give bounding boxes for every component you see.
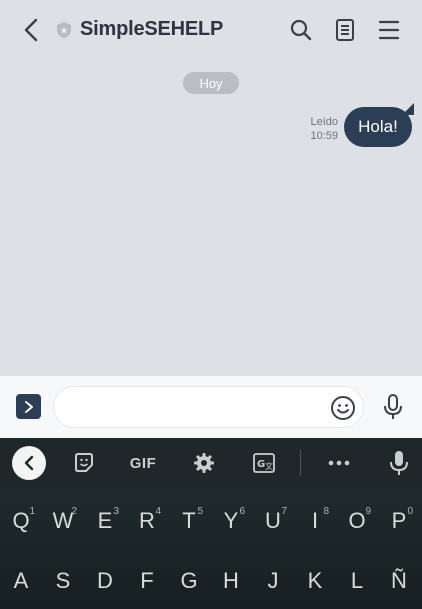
translate-icon: G 文 <box>253 453 275 473</box>
microphone-icon <box>390 451 408 475</box>
chat-title: SimpleSEHELP <box>80 18 224 40</box>
gear-icon <box>194 453 214 473</box>
key-label: F <box>140 568 154 593</box>
chevron-left-icon <box>24 18 38 42</box>
date-separator: Hoy <box>183 72 239 94</box>
key-j[interactable]: J <box>252 556 294 606</box>
key-h[interactable]: H <box>210 556 252 606</box>
key-q[interactable]: Q1 <box>0 496 42 546</box>
document-icon <box>336 19 354 41</box>
key-label: Y <box>223 508 239 533</box>
toolbar-collapse-button[interactable] <box>12 446 46 480</box>
key-s[interactable]: S <box>42 556 84 606</box>
key-hint: 6 <box>239 506 245 517</box>
message-text: Hola! <box>358 117 398 136</box>
key-label: Q <box>12 508 30 533</box>
expand-button[interactable] <box>16 394 41 419</box>
sticker-icon <box>75 453 93 472</box>
key-label: Ñ <box>391 568 407 593</box>
key-hint: 7 <box>281 506 287 517</box>
key-label: E <box>97 508 113 533</box>
key-p[interactable]: P0 <box>378 496 420 546</box>
key-w[interactable]: W2 <box>42 496 84 546</box>
key-label: G <box>180 568 198 593</box>
key-label: O <box>348 508 366 533</box>
key-f[interactable]: F <box>126 556 168 606</box>
emoji-button[interactable] <box>330 395 356 421</box>
smiley-icon <box>331 396 355 420</box>
hamburger-menu-icon <box>378 20 400 40</box>
message-meta: Leído 10:59 <box>300 115 338 143</box>
key-hint: 5 <box>197 506 203 517</box>
key-a[interactable]: A <box>0 556 42 606</box>
microphone-icon <box>384 394 402 419</box>
read-status: Leído <box>310 116 338 128</box>
app-header: SimpleSEHELP <box>0 0 422 60</box>
key-label: U <box>265 508 281 533</box>
key-label: J <box>267 568 279 593</box>
key-label: S <box>55 568 71 593</box>
key-label: P <box>391 508 407 533</box>
key-hint: 2 <box>71 506 77 517</box>
toolbar-divider <box>300 450 301 476</box>
chevron-right-icon <box>24 400 33 413</box>
shield-icon <box>57 22 71 38</box>
key-o[interactable]: O9 <box>336 496 378 546</box>
search-icon <box>290 19 312 41</box>
key-e[interactable]: E3 <box>84 496 126 546</box>
key-hint: 9 <box>365 506 371 517</box>
key-hint: 3 <box>113 506 119 517</box>
key-t[interactable]: T5 <box>168 496 210 546</box>
message-input-bar <box>0 376 422 438</box>
key-u[interactable]: U7 <box>252 496 294 546</box>
key-hint: 4 <box>155 506 161 517</box>
key-label: K <box>307 568 323 593</box>
message-bubble[interactable]: Hola! <box>344 107 412 147</box>
key-i[interactable]: I8 <box>294 496 336 546</box>
svg-text:文: 文 <box>265 461 273 471</box>
keyboard: GIF G 文 Q 1 W 2 E 3 R 4 T 5 Y 6 U 7 I 8 … <box>0 438 422 609</box>
back-button[interactable] <box>18 16 44 44</box>
message-time: 10:59 <box>310 130 338 142</box>
keyboard-toolbar: GIF G 文 <box>0 438 422 489</box>
key-g[interactable]: G <box>168 556 210 606</box>
key-label: D <box>97 568 113 593</box>
key-label: W <box>52 508 74 533</box>
key-k[interactable]: K <box>294 556 336 606</box>
gif-button[interactable]: GIF <box>126 446 160 480</box>
more-horizontal-icon <box>328 460 350 466</box>
more-options-button[interactable] <box>325 446 353 480</box>
keyboard-settings-button[interactable] <box>190 446 218 480</box>
chevron-left-icon <box>24 455 34 471</box>
notes-button[interactable] <box>331 16 359 44</box>
key-label: H <box>223 568 239 593</box>
translate-button[interactable]: G 文 <box>250 446 278 480</box>
key-label: A <box>13 568 29 593</box>
sticker-button[interactable] <box>70 446 98 480</box>
search-button[interactable] <box>287 16 315 44</box>
svg-text:G: G <box>257 459 265 470</box>
message-input[interactable] <box>53 386 364 428</box>
key-enye[interactable]: Ñ <box>378 556 420 606</box>
key-hint: 0 <box>407 506 413 517</box>
key-label: R <box>139 508 155 533</box>
key-label: L <box>350 568 364 593</box>
keyboard-voice-button[interactable] <box>386 446 412 480</box>
key-label: I <box>311 508 319 533</box>
key-r[interactable]: R4 <box>126 496 168 546</box>
key-y[interactable]: Y6 <box>210 496 252 546</box>
key-hint: 1 <box>29 506 35 517</box>
key-l[interactable]: L <box>336 556 378 606</box>
key-d[interactable]: D <box>84 556 126 606</box>
voice-input-button[interactable] <box>380 393 406 421</box>
keyboard-keys: Q1 W2 E3 R4 T5 Y6 U7 I8 O9 P0 A S D F G … <box>0 489 422 609</box>
menu-button[interactable] <box>375 16 403 44</box>
key-label: T <box>182 508 196 533</box>
key-hint: 8 <box>323 506 329 517</box>
